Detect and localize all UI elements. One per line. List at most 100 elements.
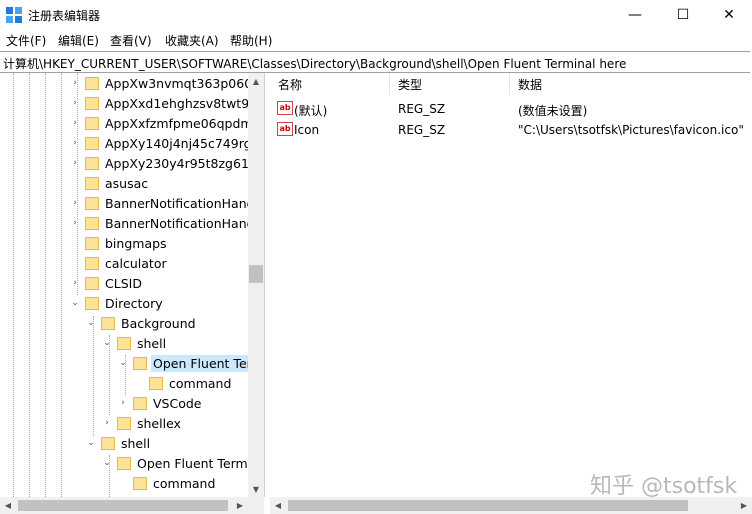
scroll-left-arrow-icon[interactable]: ◀ (0, 497, 16, 514)
value-row[interactable]: ab (默认) REG_SZ (数值未设置) (270, 99, 752, 119)
menu-favorites[interactable]: 收藏夹(A) (165, 32, 219, 49)
key-tree[interactable]: › AppXw3nvmqt363p060e › AppXxd1ehghzsv8t… (0, 73, 265, 497)
tree-item-directory[interactable]: Directory (85, 293, 165, 313)
tree-item[interactable]: AppXw3nvmqt363p060e (85, 73, 262, 93)
tree-item-open-fluent-terminal-selected[interactable]: Open Fluent Ter (133, 353, 254, 373)
expand-chevron-icon[interactable]: › (70, 113, 80, 133)
tree-guide-line (45, 73, 46, 497)
column-header-data[interactable]: 数据 (510, 73, 752, 95)
expand-chevron-icon[interactable]: › (70, 73, 80, 93)
tree-item-label: shell (137, 335, 167, 351)
tree-item-command[interactable]: command (149, 373, 233, 393)
scroll-thumb[interactable] (18, 500, 228, 511)
collapse-chevron-icon[interactable]: ⌄ (86, 313, 96, 333)
folder-icon (133, 396, 147, 410)
folder-icon (85, 296, 99, 310)
collapse-chevron-icon[interactable]: ⌄ (118, 353, 128, 373)
tree-item-open-fluent-terminal[interactable]: Open Fluent Termir (117, 453, 258, 473)
maximize-button[interactable]: ☐ (660, 0, 706, 30)
expand-chevron-icon[interactable]: › (102, 413, 112, 433)
expand-chevron-icon[interactable]: › (70, 273, 80, 293)
collapse-chevron-icon[interactable]: ⌄ (86, 433, 96, 453)
tree-item-label: Directory (105, 295, 163, 311)
tree-item[interactable]: AppXy230y4r95t8zg61c2 (85, 153, 264, 173)
tree-item-label: AppXy140j4nj45c749rg9l (105, 135, 263, 151)
tree-item[interactable]: BannerNotificationHandl (85, 213, 260, 233)
minimize-button[interactable]: — (612, 0, 658, 30)
tree-item-label: Open Fluent Termir (137, 455, 257, 471)
scroll-right-arrow-icon[interactable]: ▶ (232, 497, 248, 514)
window-title: 注册表编辑器 (28, 9, 101, 23)
folder-icon (85, 116, 99, 130)
tree-horizontal-scrollbar[interactable]: ◀ ▶ (0, 497, 264, 514)
tree-guide-line (61, 73, 62, 497)
tree-item[interactable]: AppXy140j4nj45c749rg9l (85, 133, 264, 153)
menu-view[interactable]: 查看(V) (110, 32, 152, 49)
menu-bar: 文件(F) 编辑(E) 查看(V) 收藏夹(A) 帮助(H) (0, 30, 752, 50)
scroll-right-arrow-icon[interactable]: ▶ (736, 497, 752, 514)
value-data: (数值未设置) (518, 104, 588, 118)
column-header-name[interactable]: 名称 (270, 73, 390, 95)
value-name: Icon (294, 123, 320, 137)
tree-item-shell[interactable]: shell (101, 433, 152, 453)
expand-chevron-icon[interactable]: › (118, 393, 128, 413)
tree-item-command[interactable]: command (133, 473, 217, 493)
tree-vertical-scrollbar[interactable]: ▲ ▼ (248, 73, 264, 497)
tree-item-shellex[interactable]: shellex (117, 413, 183, 433)
folder-icon (85, 256, 99, 270)
tree-item-label: CLSID (105, 275, 142, 291)
folder-icon (85, 176, 99, 190)
scroll-thumb[interactable] (249, 265, 263, 283)
folder-icon (85, 276, 99, 290)
scroll-down-arrow-icon[interactable]: ▼ (248, 481, 264, 497)
tree-item-label: AppXy230y4r95t8zg61c2 (105, 155, 264, 171)
folder-icon (117, 336, 131, 350)
menu-help[interactable]: 帮助(H) (230, 32, 272, 49)
collapse-chevron-icon[interactable]: ⌄ (102, 453, 112, 473)
tree-item-label: AppXxfzmfpme06qpdms (105, 115, 260, 131)
folder-icon (85, 156, 99, 170)
tree-item[interactable]: asusac (85, 173, 150, 193)
collapse-chevron-icon[interactable]: ⌄ (70, 293, 80, 313)
tree-item-vscode[interactable]: VSCode (133, 393, 204, 413)
tree-item[interactable]: CLSID (85, 273, 144, 293)
tree-item[interactable]: calculator (85, 253, 169, 273)
scroll-left-arrow-icon[interactable]: ◀ (270, 497, 286, 514)
values-list[interactable]: 名称 类型 数据 ab (默认) REG_SZ (数值未设置) ab Icon … (270, 73, 752, 497)
expand-chevron-icon[interactable]: › (70, 193, 80, 213)
value-row[interactable]: ab Icon REG_SZ "C:\Users\tsotfsk\Picture… (270, 120, 752, 140)
string-value-icon: ab (277, 101, 293, 115)
close-button[interactable]: ✕ (706, 0, 752, 30)
value-data: "C:\Users\tsotfsk\Pictures\favicon.ico" (518, 123, 744, 137)
tree-item[interactable]: BannerNotificationHandl (85, 193, 260, 213)
tree-item-label: BannerNotificationHandl (105, 195, 259, 211)
folder-icon (101, 436, 115, 450)
value-type: REG_SZ (398, 123, 446, 137)
tree-item-background[interactable]: Background (101, 313, 198, 333)
value-type: REG_SZ (398, 102, 446, 116)
menu-edit[interactable]: 编辑(E) (58, 32, 99, 49)
address-bar[interactable]: 计算机\HKEY_CURRENT_USER\SOFTWARE\Classes\D… (0, 51, 750, 73)
expand-chevron-icon[interactable]: › (70, 153, 80, 173)
collapse-chevron-icon[interactable]: ⌄ (102, 333, 112, 353)
tree-item[interactable]: AppXxd1ehghzsv8twt9b8 (85, 93, 264, 113)
expand-chevron-icon[interactable]: › (70, 93, 80, 113)
column-header-type[interactable]: 类型 (390, 73, 510, 95)
folder-icon (85, 96, 99, 110)
regedit-app-icon (6, 7, 22, 23)
tree-item-shell[interactable]: shell (117, 333, 168, 353)
scroll-thumb[interactable] (288, 500, 688, 511)
menu-file[interactable]: 文件(F) (6, 32, 46, 49)
expand-chevron-icon[interactable]: › (70, 213, 80, 233)
folder-icon (101, 316, 115, 330)
tree-item-label: AppXw3nvmqt363p060e (105, 75, 260, 91)
tree-guide-line (93, 316, 94, 436)
address-path[interactable]: 计算机\HKEY_CURRENT_USER\SOFTWARE\Classes\D… (3, 55, 626, 72)
folder-open-icon (133, 356, 147, 370)
folder-icon (133, 476, 147, 490)
expand-chevron-icon[interactable]: › (70, 133, 80, 153)
tree-item[interactable]: AppXxfzmfpme06qpdms (85, 113, 261, 133)
scroll-up-arrow-icon[interactable]: ▲ (248, 73, 264, 89)
tree-item-label: calculator (105, 255, 167, 271)
tree-item[interactable]: bingmaps (85, 233, 169, 253)
